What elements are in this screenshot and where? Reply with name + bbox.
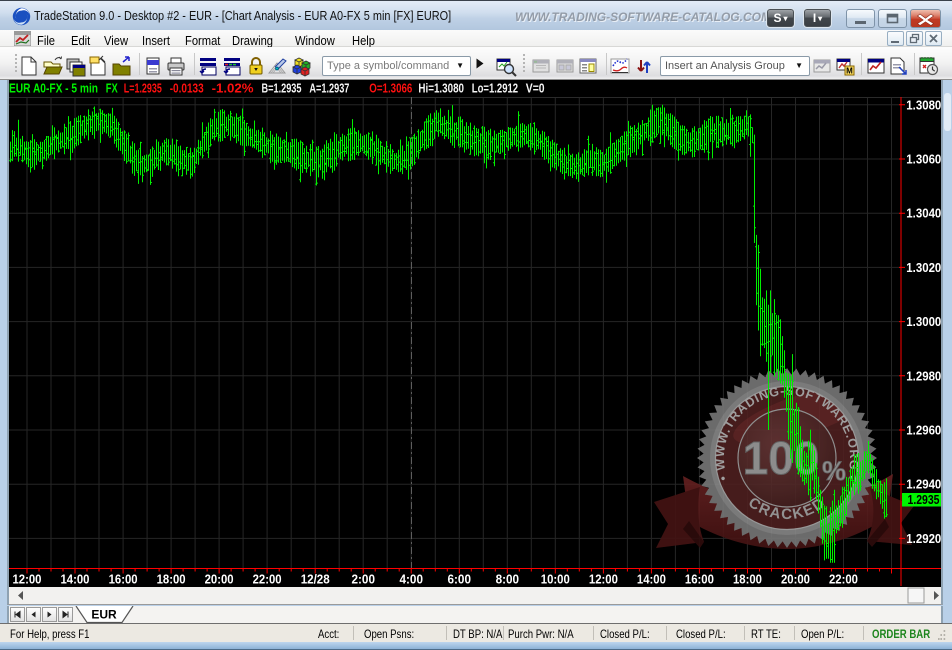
svg-text:20:00: 20:00 [781, 573, 810, 587]
svg-text:O=1.3066: O=1.3066 [369, 81, 412, 96]
svg-text:14:00: 14:00 [637, 573, 666, 587]
svg-text:22:00: 22:00 [253, 573, 282, 587]
svg-text:Hi=1.3080: Hi=1.3080 [418, 81, 464, 96]
svg-text:1.2935: 1.2935 [908, 493, 940, 507]
svg-text:EUR: EUR [91, 608, 117, 622]
svg-text:1.3000: 1.3000 [906, 315, 941, 329]
svg-text:EUR A0-FX - 5 min: EUR A0-FX - 5 min [9, 81, 98, 96]
svg-text:%: % [822, 456, 846, 486]
svg-text:1.3040: 1.3040 [906, 207, 941, 221]
svg-text:8:00: 8:00 [496, 573, 520, 587]
svg-text:A=1.2937: A=1.2937 [309, 81, 349, 96]
svg-text:Lo=1.2912: Lo=1.2912 [472, 81, 518, 96]
svg-text:-0.0133: -0.0133 [170, 81, 204, 96]
svg-text:B=1.2935: B=1.2935 [262, 81, 302, 96]
svg-text:20:00: 20:00 [205, 573, 234, 587]
svg-text:10:00: 10:00 [541, 573, 570, 587]
svg-text:16:00: 16:00 [109, 573, 138, 587]
svg-text:4:00: 4:00 [400, 573, 424, 587]
svg-text:1.3060: 1.3060 [906, 153, 941, 167]
svg-text:L=1.2935: L=1.2935 [124, 81, 162, 96]
svg-text:14:00: 14:00 [61, 573, 90, 587]
svg-text:18:00: 18:00 [157, 573, 186, 587]
svg-text:12:00: 12:00 [589, 573, 618, 587]
svg-text:V=0: V=0 [526, 81, 545, 96]
svg-text:1.2960: 1.2960 [906, 424, 941, 438]
svg-text:22:00: 22:00 [829, 573, 858, 587]
svg-text:2:00: 2:00 [352, 573, 376, 587]
svg-text:12/28: 12/28 [301, 573, 330, 587]
svg-text:12:00: 12:00 [13, 573, 42, 587]
svg-text:-1.02%: -1.02% [212, 81, 254, 96]
svg-text:1.2920: 1.2920 [906, 532, 941, 546]
svg-text:1.2940: 1.2940 [906, 478, 941, 492]
svg-text:1.3080: 1.3080 [906, 98, 941, 112]
svg-text:16:00: 16:00 [685, 573, 714, 587]
svg-text:100: 100 [743, 432, 820, 484]
svg-text:6:00: 6:00 [448, 573, 472, 587]
svg-text:M: M [846, 67, 853, 76]
svg-text:1.3020: 1.3020 [906, 261, 941, 275]
svg-text:1.2980: 1.2980 [906, 369, 941, 383]
svg-text:18:00: 18:00 [733, 573, 762, 587]
svg-text:FX: FX [106, 81, 118, 96]
